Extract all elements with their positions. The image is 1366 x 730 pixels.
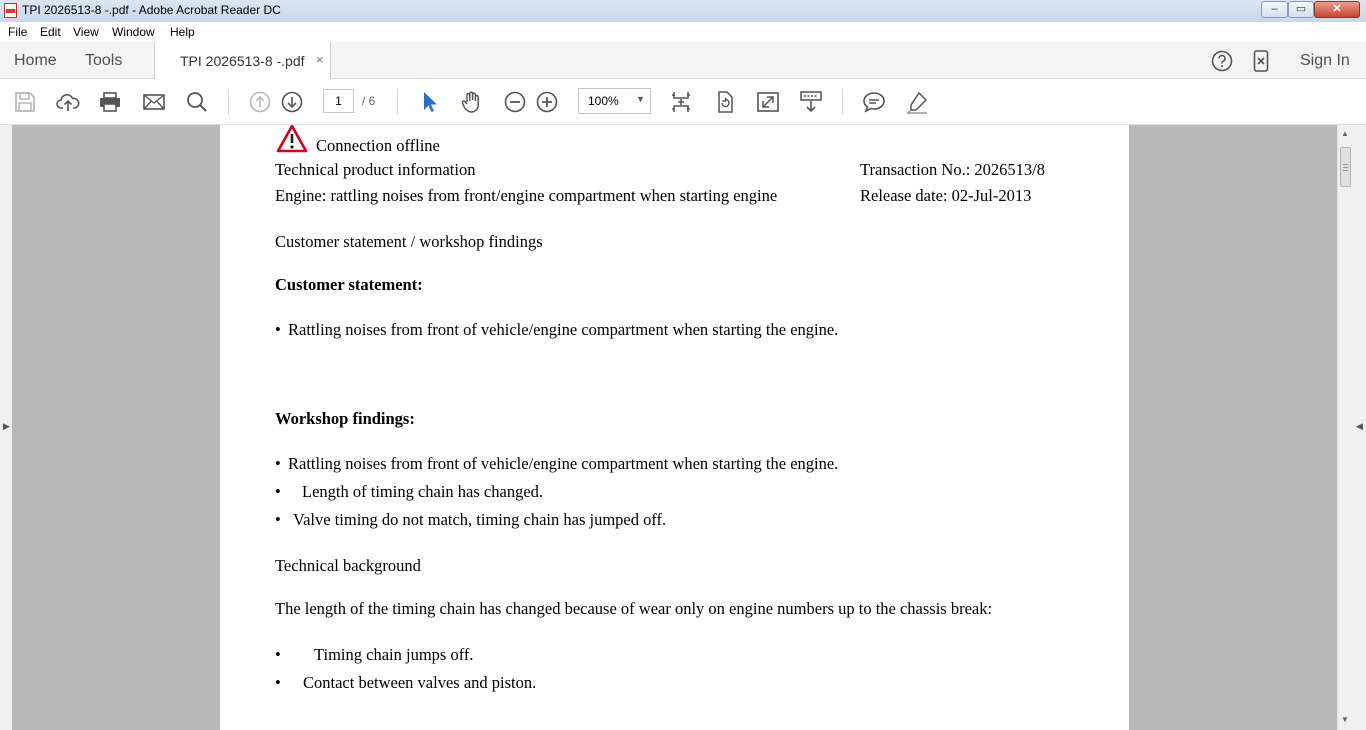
menu-help[interactable]: Help [170, 25, 195, 39]
close-window-button[interactable]: ✕ [1314, 1, 1360, 18]
search-icon[interactable] [185, 90, 209, 114]
fullscreen-icon[interactable] [756, 90, 780, 114]
document-tab-label: TPI 2026513-8 -.pdf [180, 53, 305, 69]
toolbar-separator [397, 89, 398, 115]
save-icon[interactable] [13, 90, 37, 114]
toolbar-separator [842, 89, 843, 115]
warning-icon [276, 125, 308, 154]
page-down-icon[interactable] [280, 90, 304, 114]
page-number-input[interactable]: 1 [323, 89, 354, 113]
list-bullet: • [275, 510, 281, 529]
menu-file[interactable]: File [8, 25, 27, 39]
customer-statement-heading: Customer statement: [275, 275, 423, 294]
page-up-icon[interactable] [248, 90, 272, 114]
left-panel-toggle[interactable]: ▶ [0, 125, 12, 730]
list-item: Valve timing do not match, timing chain … [293, 510, 667, 529]
toolbar-separator [228, 89, 229, 115]
chevron-right-icon: ▶ [3, 421, 10, 431]
page-total-label: / 6 [362, 94, 376, 108]
tab-bar: Home Tools TPI 2026513-8 -.pdf × Sign In [0, 42, 1366, 79]
title-bar: TPI 2026513-8 -.pdf - Adobe Acrobat Read… [0, 0, 1366, 22]
cloud-upload-icon[interactable] [56, 90, 80, 114]
list-bullet: • [275, 645, 281, 664]
workshop-findings-heading: Workshop findings: [275, 409, 415, 428]
mobile-link-icon[interactable] [1253, 50, 1269, 77]
list-item: Rattling noises from front of vehicle/en… [288, 454, 839, 473]
section-heading: Customer statement / workshop findings [275, 232, 543, 251]
section-heading: Technical background [275, 556, 421, 575]
chevron-left-icon: ◀ [1356, 421, 1363, 431]
menu-window[interactable]: Window [112, 25, 155, 39]
scroll-up-icon[interactable]: ▲ [1341, 129, 1349, 138]
select-cursor-icon[interactable] [418, 90, 442, 114]
vertical-scrollbar[interactable]: ▲ ▼ [1337, 125, 1353, 730]
sign-in-link[interactable]: Sign In [1300, 52, 1350, 70]
close-tab-button[interactable]: × [316, 52, 324, 67]
help-icon[interactable] [1211, 50, 1233, 77]
offline-banner: Connection offline [316, 136, 440, 155]
doc-type-label: Technical product information [275, 160, 476, 179]
right-panel-toggle[interactable]: ◀ [1353, 125, 1366, 730]
rotate-icon[interactable] [713, 90, 737, 114]
list-item: Rattling noises from front of vehicle/en… [288, 320, 839, 339]
scrollbar-thumb[interactable] [1340, 147, 1351, 187]
tab-tools[interactable]: Tools [85, 52, 122, 70]
menu-edit[interactable]: Edit [40, 25, 61, 39]
tab-document[interactable]: TPI 2026513-8 -.pdf × [154, 42, 331, 79]
tab-home[interactable]: Home [14, 52, 57, 70]
window-title: TPI 2026513-8 -.pdf - Adobe Acrobat Read… [22, 3, 281, 17]
highlight-icon[interactable] [905, 90, 929, 114]
hand-icon[interactable] [460, 90, 484, 114]
menu-view[interactable]: View [73, 25, 99, 39]
list-item: Length of timing chain has changed. [302, 482, 544, 501]
zoom-value: 100% [588, 94, 619, 108]
comment-icon[interactable] [862, 90, 886, 114]
zoom-out-icon[interactable] [503, 90, 527, 114]
acrobat-app-icon [4, 3, 17, 18]
email-icon[interactable] [142, 90, 166, 114]
list-bullet: • [275, 482, 281, 501]
doc-subject: Engine: rattling noises from front/engin… [275, 186, 778, 205]
list-item: Contact between valves and piston. [303, 673, 537, 692]
list-bullet: • [275, 320, 281, 339]
toolbar: 1 / 6 100% ▼ [0, 79, 1366, 125]
transaction-number: Transaction No.: 2026513/8 [860, 160, 1046, 179]
list-bullet: • [275, 673, 281, 692]
zoom-select[interactable]: 100% ▼ [578, 88, 651, 114]
document-viewer[interactable]: ▶ Connection offline Technical product i… [0, 125, 1366, 730]
menu-bar: File Edit View Window Help [0, 22, 1366, 42]
pdf-page: Connection offline Technical product inf… [220, 125, 1129, 730]
scroll-down-icon[interactable]: ▼ [1341, 715, 1349, 724]
scroll-mode-icon[interactable] [799, 90, 823, 114]
release-date: Release date: 02-Jul-2013 [860, 186, 1032, 205]
maximize-button[interactable]: ▭ [1288, 1, 1314, 18]
print-icon[interactable] [98, 90, 122, 114]
list-item: Timing chain jumps off. [314, 645, 474, 664]
chevron-down-icon: ▼ [636, 94, 645, 104]
minimize-button[interactable]: – [1261, 1, 1288, 18]
zoom-in-icon[interactable] [535, 90, 559, 114]
paragraph: The length of the timing chain has chang… [275, 599, 993, 618]
list-bullet: • [275, 454, 281, 473]
fit-page-icon[interactable] [669, 90, 693, 114]
